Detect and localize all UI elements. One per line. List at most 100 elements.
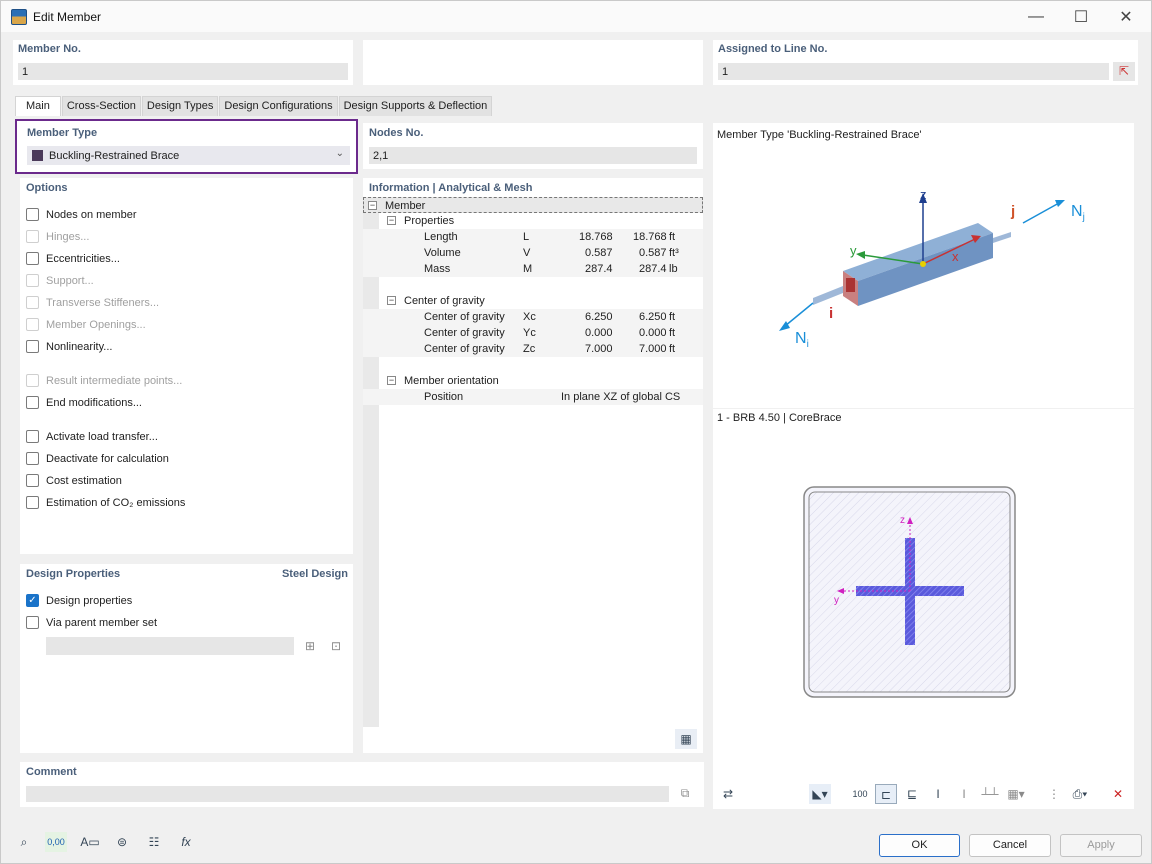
section-preview-panel: 1 - BRB 4.50 | CoreBrace z y [713,409,1134,781]
table-icon[interactable]: ▦▾ [1005,784,1027,804]
check-nodes-on-member[interactable]: Nodes on member [26,208,137,221]
comment-input[interactable] [26,786,669,802]
design-properties-label: Design Properties [26,568,121,580]
new-set-icon: ⊞ [304,639,316,653]
comment-panel: Comment ⧉ [20,762,704,807]
options-label: Options [26,182,68,194]
check-eccentricities[interactable]: Eccentricities... [26,252,120,265]
steel-design-label: Steel Design [281,568,348,580]
check-end-modifications[interactable]: End modifications... [26,396,142,409]
calculate-icon[interactable]: ▦ [675,729,697,749]
check-support: Support... [26,274,94,287]
tab-cross-section[interactable]: Cross-Section [61,96,141,116]
search-icon[interactable]: ⌕ [13,832,35,852]
cancel-button[interactable]: Cancel [969,834,1051,857]
tab-design-supports[interactable]: Design Supports & Deflection [338,96,493,116]
tab-design-types[interactable]: Design Types [141,96,219,116]
assigned-label: Assigned to Line No. [718,43,828,55]
info-label: Information | Analytical & Mesh [369,182,533,194]
maximize-button[interactable]: ☐ [1058,1,1104,32]
node-j-label: j [1011,203,1016,220]
units-icon[interactable]: 0,00 [45,832,67,852]
check-transverse-stiffeners: Transverse Stiffeners... [26,296,159,309]
tree-row-zc: Center of gravity Zc 7.000 7.000 ft [363,341,703,357]
tree-row-properties[interactable]: − Properties [363,213,703,229]
comment-label: Comment [26,766,77,778]
scale-icon[interactable]: 100 [849,784,871,804]
member-type-swatch [32,150,43,161]
text-icon[interactable]: A▭ [79,832,101,852]
minimize-button[interactable]: — [1013,1,1059,32]
section-dims-icon[interactable]: ⊑ [901,784,923,804]
axis-z-label: z [920,187,927,202]
i-beam-icon[interactable]: I [927,784,949,804]
spacing-icon[interactable]: ┴┴ [979,784,1001,804]
nodes-field[interactable]: 2,1 [369,147,697,164]
section-z-label: z [900,515,905,526]
bottom-bar: ⌕ 0,00 A▭ ⊜ ☷ fx OK Cancel Apply [1,821,1151,863]
close-button[interactable]: ✕ [1103,1,1149,32]
tree-row-position: Position In plane XZ of global CS [363,389,703,405]
member-3d-graphic [779,193,1065,331]
design-properties-panel: Design Properties Steel Design ✓ Design p… [20,564,353,753]
check-deactivate-calculation[interactable]: Deactivate for calculation [26,452,169,465]
sync-view-icon[interactable]: ⇄ [717,784,739,804]
node-i-label: i [829,305,834,322]
info-tree: − Member − Properties Length L 18.768 18.768 f… [363,197,703,727]
tree-row-member[interactable]: − Member [363,197,703,213]
blank-panel [363,40,703,85]
reset-view-icon[interactable]: ✕ [1107,784,1129,804]
member-type-value: Buckling-Restrained Brace [49,149,180,162]
tree-row-orientation[interactable]: − Member orientation [363,373,703,389]
ok-button[interactable]: OK [879,834,960,857]
cross-section-graphic [803,486,1016,698]
list-icon[interactable]: ☷ [143,832,165,852]
tree-row-xc: Center of gravity Xc 6.250 6.250 ft [363,309,703,325]
member-type-panel: Member Type Buckling-Restrained Brace ⌄ [15,119,358,174]
window-title: Edit Member [33,9,102,24]
assigned-field[interactable]: 1 [718,63,1109,80]
check-member-openings: Member Openings... [26,318,146,331]
apply-button[interactable]: Apply [1060,834,1142,857]
tree-row-mass: Mass M 287.4 287.4 lb [363,261,703,277]
nodes-label: Nodes No. [369,127,424,139]
check-cost-estimation[interactable]: Cost estimation [26,474,122,487]
check-co2-estimation[interactable]: Estimation of CO₂ emissions [26,496,185,509]
tree-row-cog[interactable]: − Center of gravity [363,293,703,309]
align-icon[interactable]: ⋮ [1043,784,1065,804]
member-no-label: Member No. [18,43,81,55]
member-type-label: Member Type [27,127,98,139]
nodes-panel: Nodes No. 2,1 [363,123,703,169]
app-icon [11,8,27,25]
force-nj-label: Nj [1071,203,1085,224]
display-mode-icon[interactable]: ◣▾ [809,784,831,804]
parent-member-set-field [46,637,294,655]
member-no-field[interactable]: 1 [18,63,348,80]
check-hinges: Hinges... [26,230,89,243]
copy-icon[interactable]: ⧉ [674,783,696,803]
check-design-properties[interactable]: ✓ Design properties [26,594,132,607]
options-panel: Options Nodes on member Hinges... Eccent… [20,178,353,554]
pick-line-icon[interactable]: ⇱ [1113,62,1135,81]
check-result-intermediate-points: Result intermediate points... [26,374,182,387]
axis-x-label: x [952,249,959,264]
member-type-select[interactable]: Buckling-Restrained Brace ⌄ [27,146,350,165]
check-nonlinearity[interactable]: Nonlinearity... [26,340,112,353]
i-beam-outline-icon[interactable]: I [953,784,975,804]
axis-y-label: y [850,243,857,258]
preview-toolbar: ⇄ ◣▾ 100 ⊏ ⊑ I I ┴┴ ▦▾ ⋮ ⎙▾ ✕ [713,781,1134,809]
function-icon[interactable]: fx [175,832,197,852]
check-activate-load-transfer[interactable]: Activate load transfer... [26,430,158,443]
print-icon[interactable]: ⎙▾ [1069,784,1091,804]
title-bar: Edit Member — ☐ ✕ [1,1,1151,32]
member-preview-panel: Member Type 'Buckling-Restrained Brace' … [713,123,1134,408]
view-icon[interactable]: ⊜ [111,832,133,852]
tab-main[interactable]: Main [15,96,61,116]
tab-design-configurations[interactable]: Design Configurations [219,96,338,116]
edit-member-dialog: Edit Member — ☐ ✕ Member No. 1 Assigned … [0,0,1152,864]
edit-set-icon: ⊡ [330,639,342,653]
section-y-label: y [834,595,839,606]
force-ni-label: Ni [795,330,809,351]
check-via-parent-member-set[interactable]: Via parent member set [26,616,157,629]
dimension-icon[interactable]: ⊏ [875,784,897,804]
